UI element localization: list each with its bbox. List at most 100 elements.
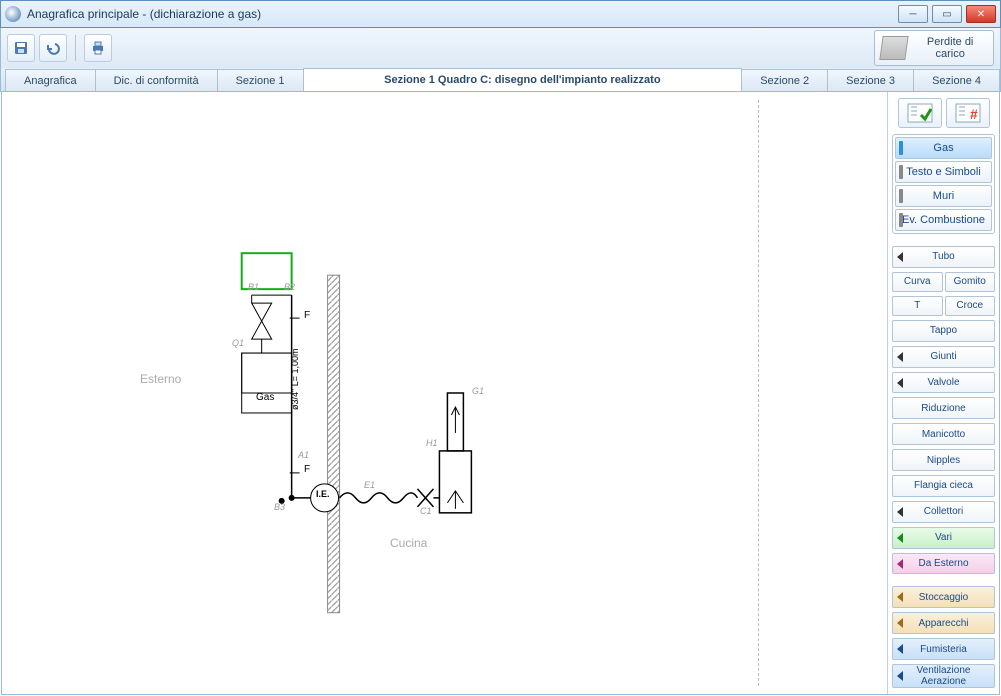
category-group: Gas Testo e Simboli Muri Ev. Combustione <box>892 134 995 234</box>
undo-button[interactable] <box>39 34 67 62</box>
palette-collettori[interactable]: Collettori <box>892 501 995 523</box>
palette-riduzione[interactable]: Riduzione <box>892 397 995 419</box>
app-icon <box>5 6 21 22</box>
palette-vari[interactable]: Vari <box>892 527 995 549</box>
category-testo-simboli[interactable]: Testo e Simboli <box>895 161 992 183</box>
tab-sezione1[interactable]: Sezione 1 <box>217 69 304 91</box>
schematic-check-button[interactable] <box>898 98 942 128</box>
tab-sezione4[interactable]: Sezione 4 <box>913 69 1000 91</box>
tab-sezione3[interactable]: Sezione 3 <box>827 69 914 91</box>
palette-ventilazione-aerazione[interactable]: Ventilazione Aerazione <box>892 664 995 688</box>
palette-fumisteria[interactable]: Fumisteria <box>892 638 995 660</box>
tab-label: Anagrafica <box>24 75 77 87</box>
palette-label: Vari <box>935 532 952 543</box>
category-label: Gas <box>933 142 953 154</box>
palette-panel: # Gas Testo e Simboli Muri Ev. Combustio… <box>887 92 999 694</box>
label-q1: Q1 <box>232 338 244 348</box>
palette-flangia-cieca[interactable]: Flangia cieca <box>892 475 995 497</box>
toolbar: Perdite di carico <box>0 28 1001 68</box>
label-b3: B3 <box>274 502 285 512</box>
minimize-button[interactable]: ─ <box>898 5 928 23</box>
label-pipe-spec: ø3/4" L= 1,00m <box>290 349 300 410</box>
title-bar: Anagrafica principale - (dichiarazione a… <box>0 0 1001 28</box>
palette-gomito[interactable]: Gomito <box>945 272 996 292</box>
palette-label: Da Esterno <box>918 558 968 569</box>
palette-label: Stoccaggio <box>919 592 968 603</box>
category-label: Ev. Combustione <box>902 214 985 226</box>
palette-label: T <box>914 300 920 311</box>
palette-label: Valvole <box>927 377 959 388</box>
palette-label: Fumisteria <box>920 644 967 655</box>
close-button[interactable]: ✕ <box>966 5 996 23</box>
undo-icon <box>45 40 61 56</box>
palette-curva[interactable]: Curva <box>892 272 943 292</box>
tab-label: Sezione 1 Quadro C: disegno dell'impiant… <box>384 74 660 86</box>
schematic-svg <box>20 100 759 686</box>
tab-anagrafica[interactable]: Anagrafica <box>5 69 96 91</box>
schematic-hash-icon: # <box>955 103 981 123</box>
label-c1: C1 <box>420 506 432 516</box>
palette-label: Curva <box>904 276 931 287</box>
save-icon <box>13 40 29 56</box>
category-gas[interactable]: Gas <box>895 137 992 159</box>
label-a1: A1 <box>298 450 309 460</box>
label-b2: B2 <box>284 282 295 292</box>
tab-sezione1-quadro-c[interactable]: Sezione 1 Quadro C: disegno dell'impiant… <box>303 68 743 91</box>
palette-croce[interactable]: Croce <box>945 296 996 316</box>
palette-tappo[interactable]: Tappo <box>892 320 995 342</box>
palette-label: Manicotto <box>922 429 965 440</box>
schematic-check-icon <box>907 103 933 123</box>
palette-label: Tubo <box>932 251 954 262</box>
tab-sezione2[interactable]: Sezione 2 <box>741 69 828 91</box>
category-label: Muri <box>933 190 954 202</box>
palette-label: Riduzione <box>921 403 965 414</box>
drawing-canvas[interactable]: Esterno Cucina Gas I.E. B1 B2 B3 Q1 A1 E… <box>2 92 887 694</box>
main-area: Esterno Cucina Gas I.E. B1 B2 B3 Q1 A1 E… <box>1 92 1000 695</box>
palette-label: Tappo <box>930 325 957 336</box>
tab-label: Dic. di conformità <box>114 75 199 87</box>
print-button[interactable] <box>84 34 112 62</box>
palette-apparecchi[interactable]: Apparecchi <box>892 612 995 634</box>
maximize-button[interactable]: ▭ <box>932 5 962 23</box>
calculator-icon <box>879 36 909 60</box>
label-h1: H1 <box>426 438 438 448</box>
save-button[interactable] <box>7 34 35 62</box>
category-label: Testo e Simboli <box>906 166 981 178</box>
toolbar-separator <box>75 35 76 61</box>
tab-label: Sezione 3 <box>846 75 895 87</box>
label-gas-box: Gas <box>256 392 274 403</box>
label-g1: G1 <box>472 386 484 396</box>
palette-stoccaggio[interactable]: Stoccaggio <box>892 586 995 608</box>
tab-strip: Anagrafica Dic. di conformità Sezione 1 … <box>0 68 1001 92</box>
palette-label: Collettori <box>924 506 963 517</box>
palette-label: Apparecchi <box>918 618 968 629</box>
palette-nipples[interactable]: Nipples <box>892 449 995 471</box>
palette-label: Ventilazione Aerazione <box>895 665 992 687</box>
label-ie: I.E. <box>316 489 330 499</box>
tab-label: Sezione 4 <box>932 75 981 87</box>
label-f-bottom: F <box>304 464 310 475</box>
svg-text:#: # <box>970 106 978 122</box>
palette-tubo[interactable]: Tubo <box>892 246 995 268</box>
schematic-hash-button[interactable]: # <box>946 98 990 128</box>
tab-dic-conformita[interactable]: Dic. di conformità <box>95 69 218 91</box>
window-title: Anagrafica principale - (dichiarazione a… <box>27 7 898 21</box>
tab-label: Sezione 1 <box>236 75 285 87</box>
category-ev-combustione[interactable]: Ev. Combustione <box>895 209 992 231</box>
palette-t[interactable]: T <box>892 296 943 316</box>
palette-da-esterno[interactable]: Da Esterno <box>892 553 995 575</box>
label-f-top: F <box>304 310 310 321</box>
label-esterno: Esterno <box>140 372 181 386</box>
palette-label: Gomito <box>954 276 986 287</box>
perdite-label: Perdite di carico <box>913 36 987 60</box>
tab-label: Sezione 2 <box>760 75 809 87</box>
palette-label: Croce <box>956 300 983 311</box>
category-muri[interactable]: Muri <box>895 185 992 207</box>
perdite-di-carico-button[interactable]: Perdite di carico <box>874 30 994 66</box>
palette-manicotto[interactable]: Manicotto <box>892 423 995 445</box>
palette-label: Giunti <box>930 351 956 362</box>
palette-label: Flangia cieca <box>914 480 973 491</box>
palette-giunti[interactable]: Giunti <box>892 346 995 368</box>
palette-valvole[interactable]: Valvole <box>892 372 995 394</box>
print-icon <box>90 40 106 56</box>
